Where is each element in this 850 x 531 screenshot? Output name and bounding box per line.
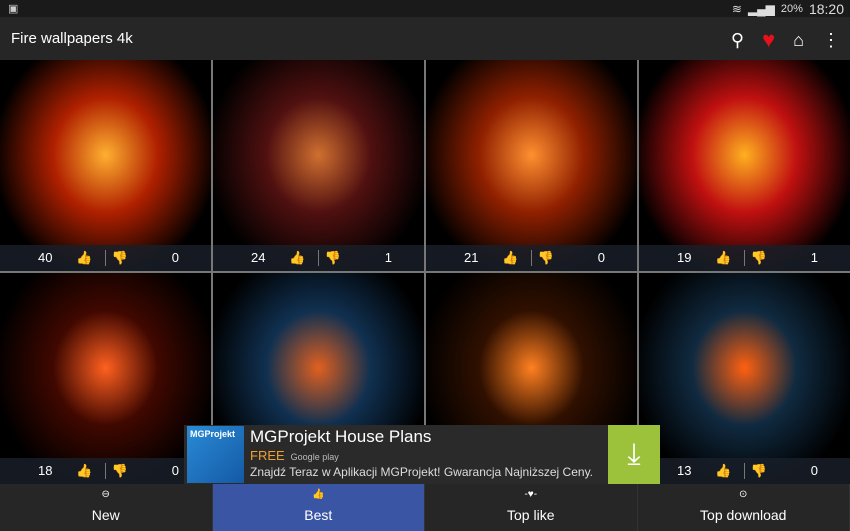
thumbs-down-icon[interactable]: 👎 (325, 250, 341, 266)
thumbs-up-icon[interactable]: 👍 (76, 250, 92, 266)
tab-best[interactable]: 👍 Best (212, 484, 425, 531)
ad-description: Znajdź Teraz w Aplikacji MGProjekt! Gwar… (250, 465, 594, 479)
signal-icon: ▂▄▆ (747, 2, 775, 16)
dislike-count: 1 (810, 250, 818, 265)
thumbs-up-icon[interactable]: 👍 (502, 250, 518, 266)
like-count: 13 (677, 463, 692, 478)
thumbs-down-icon[interactable]: 👎 (751, 463, 767, 479)
app-title: Fire wallpapers 4k (11, 30, 133, 47)
dislike-count: 1 (384, 250, 392, 265)
like-count: 24 (251, 250, 266, 265)
dislike-count: 0 (810, 463, 818, 478)
status-bar: ▣ ≋ ▂▄▆ 20% 18:20 (0, 0, 850, 17)
search-icon[interactable]: ⚲ (731, 30, 744, 51)
ad-price: FREE (250, 448, 285, 463)
wallpaper-tile[interactable]: 24 👍 👎 1 (213, 60, 424, 271)
ad-download-button[interactable]: ⤓ (608, 425, 660, 484)
tile-stats: 13 👍 👎 0 (639, 458, 850, 484)
heart-beat-icon: -♥- (524, 489, 538, 500)
wallpaper-tile[interactable]: 18 👍 👎 0 (0, 273, 211, 484)
tile-stats: 18 👍 👎 0 (0, 458, 211, 484)
wallpaper-tile[interactable]: 40 👍 👎 0 (0, 60, 211, 271)
battery-level: 20% (780, 3, 803, 15)
tile-stats: 21 👍 👎 0 (426, 245, 637, 271)
tile-stats: 24 👍 👎 1 (213, 245, 424, 271)
like-count: 19 (677, 250, 692, 265)
more-icon[interactable]: ⋮ (822, 30, 840, 51)
tile-stats: 40 👍 👎 0 (0, 245, 211, 271)
dislike-count: 0 (171, 250, 179, 265)
tile-stats: 19 👍 👎 1 (639, 245, 850, 271)
thumbs-up-icon[interactable]: 👍 (715, 463, 731, 479)
thumbs-up-icon[interactable]: 👍 (715, 250, 731, 266)
thumbs-down-icon[interactable]: 👎 (751, 250, 767, 266)
home-icon[interactable]: ⌂ (793, 30, 804, 51)
wallpaper-grid: 40 👍 👎 0 24 👍 👎 1 21 👍 👎 0 19 👍 👎 1 18 👍 👎 0 13 👍 👎… (0, 60, 850, 484)
ad-title: MGProjekt House Plans (250, 427, 432, 446)
dislike-count: 0 (171, 463, 179, 478)
tab-label: Top like (507, 507, 555, 523)
app-bar: Fire wallpapers 4k ⚲ ♥ ⌂ ⋮ (0, 17, 850, 60)
clock: 18:20 (808, 1, 844, 17)
download-icon: ⤓ (627, 437, 641, 471)
new-icon: ⊖ (101, 489, 110, 500)
tab-top-download[interactable]: ⊙ Top download (638, 484, 850, 531)
wifi-icon: ≋ (731, 2, 742, 16)
tab-top-like[interactable]: -♥- Top like (425, 484, 638, 531)
thumbs-down-icon[interactable]: 👎 (538, 250, 554, 266)
like-count: 21 (464, 250, 479, 265)
ad-banner[interactable]: MGProjekt MGProjekt House Plans FREE Goog… (184, 425, 660, 484)
wallpaper-tile[interactable]: 13 👍 👎 0 (639, 273, 850, 484)
ad-logo: MGProjekt (187, 426, 244, 483)
tab-label: Best (304, 507, 333, 523)
download-icon: ⊙ (739, 489, 748, 500)
tab-new[interactable]: ⊖ New (0, 484, 213, 531)
google-play-badge: Google play (290, 452, 339, 462)
like-count: 40 (38, 250, 53, 265)
thumbs-down-icon[interactable]: 👎 (112, 250, 128, 266)
bottom-nav: ⊖ New 👍 Best -♥- Top like ⊙ Top download (0, 484, 850, 531)
tab-label: New (91, 507, 120, 523)
thumbs-down-icon[interactable]: 👎 (112, 463, 128, 479)
thumbs-up-icon[interactable]: 👍 (76, 463, 92, 479)
heart-icon[interactable]: ♥ (762, 27, 775, 53)
wallpaper-tile[interactable]: 19 👍 👎 1 (639, 60, 850, 271)
thumbs-up-icon: 👍 (312, 489, 325, 500)
screenshot-icon: ▣ (8, 3, 19, 15)
tab-label: Top download (700, 507, 787, 523)
like-count: 18 (38, 463, 53, 478)
thumbs-up-icon[interactable]: 👍 (289, 250, 305, 266)
dislike-count: 0 (597, 250, 605, 265)
wallpaper-tile[interactable]: 21 👍 👎 0 (426, 60, 637, 271)
